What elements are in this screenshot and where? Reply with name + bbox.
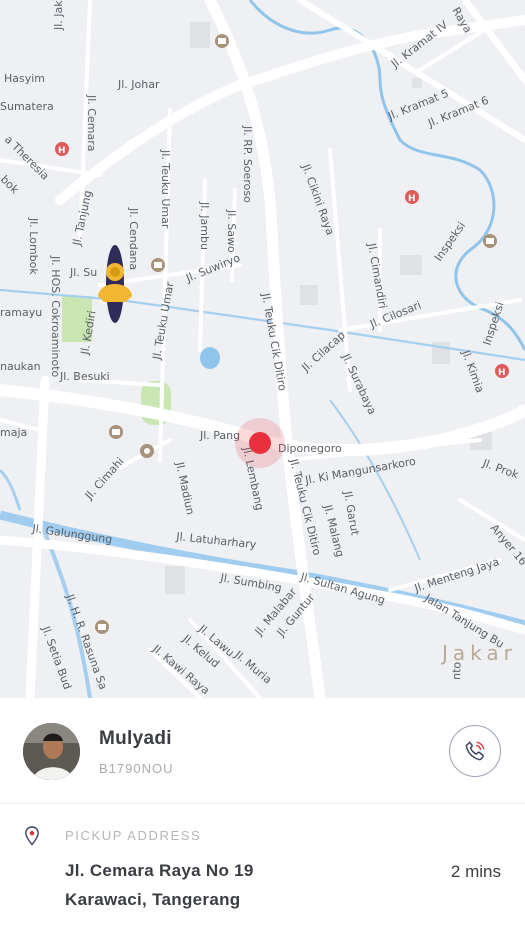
road-label: maja <box>0 426 27 439</box>
hospital-icon[interactable]: H <box>405 190 419 204</box>
road-label: Jl. Teuku Umar <box>150 281 177 362</box>
district-label: Jakar <box>440 641 517 665</box>
svg-text:H: H <box>498 368 506 378</box>
location-pin-icon <box>25 826 39 846</box>
museum-icon[interactable] <box>95 620 109 634</box>
map-canvas: Jl. Jaksa Jl. Kramat IV Raya Hasyim Jl. … <box>0 0 525 698</box>
road-label: Hasyim <box>4 72 45 85</box>
road-label: Jl. Johar <box>117 78 160 91</box>
road-label: Jl. Latuharhary <box>175 530 258 551</box>
road-label: ramayu <box>0 306 42 319</box>
driver-info-row: Mulyadi B1790NOU <box>0 698 525 804</box>
road-label: Jl. HOS. Cokroaminoto <box>49 255 62 378</box>
vehicle-plate: B1790NOU <box>99 761 174 776</box>
museum-icon[interactable] <box>215 34 229 48</box>
road-label: Jl. Setia Bud <box>39 624 74 692</box>
road-label: naukan <box>0 360 41 373</box>
road-label: Jl. Muria <box>231 648 274 687</box>
road-label: Jl. Cimahi <box>82 455 127 503</box>
pickup-address-label: PICKUP ADDRESS <box>65 828 202 843</box>
call-driver-button[interactable] <box>449 725 501 777</box>
museum-icon[interactable] <box>483 234 497 248</box>
road-label: Jl. Besuki <box>59 370 110 383</box>
map-view[interactable]: Jl. Jaksa Jl. Kramat IV Raya Hasyim Jl. … <box>0 0 525 698</box>
driver-name: Mulyadi <box>99 728 172 749</box>
mosque-icon[interactable] <box>140 444 154 458</box>
road-label: Jl. Lombok <box>27 217 40 275</box>
svg-text:H: H <box>58 146 66 156</box>
road-label: Jl. Menteng Jaya <box>412 555 501 595</box>
road-label: Jl. Prok <box>480 456 521 481</box>
hospital-icon[interactable]: H <box>495 364 509 378</box>
pickup-address-line2: Karawaci, Tangerang <box>65 890 241 909</box>
phone-icon <box>465 741 485 761</box>
pond <box>200 347 220 369</box>
driver-avatar <box>23 723 80 780</box>
road-label: Jl. Teuku Umar <box>159 149 172 229</box>
hospital-icon[interactable]: H <box>55 142 69 156</box>
road-label: Sumatera <box>0 100 54 113</box>
road-label: Jl. Garut <box>341 489 362 537</box>
road-label: bok <box>0 173 22 197</box>
road-label: Jl. Cimandiri <box>365 241 389 309</box>
road-label: Jl. Jambu <box>198 201 211 250</box>
road-label: Jl. Jaksa <box>52 0 65 31</box>
road-label: Jl. Cemara <box>85 94 98 151</box>
svg-text:H: H <box>408 194 416 204</box>
road-label: Jl. Teuku Cik Ditiro <box>259 291 289 392</box>
museum-icon[interactable] <box>109 425 123 439</box>
road-label: Jl. Cilacap <box>299 329 348 375</box>
road-label: Jl. Tanjung <box>70 189 95 247</box>
pickup-location-marker[interactable] <box>235 418 285 468</box>
road-label: Jl. Su <box>69 266 97 279</box>
road-label: Jl. Pang <box>199 429 240 442</box>
road-label: Jl. Kimia <box>459 348 487 395</box>
road-label: Jl. Madiun <box>173 460 197 516</box>
trip-info-card: Mulyadi B1790NOU PICKUP ADDRESS Jl. Cema… <box>0 698 525 934</box>
road-label: Diponegoro <box>278 442 342 455</box>
museum-icon[interactable] <box>151 258 165 272</box>
road-label: Jl. RP. Soeroso <box>241 125 254 203</box>
pickup-eta: 2 mins <box>450 862 501 881</box>
road-label: Jl. Malang <box>321 503 347 559</box>
road-label: Jl. Cendana <box>127 207 140 270</box>
pickup-address-line1: Jl. Cemara Raya No 19 <box>65 861 254 880</box>
road-label: Jl. Sawo <box>225 209 238 253</box>
road-label: Jl. Surabaya <box>339 351 379 417</box>
road-label: Jl. Ki Mangunsarkoro <box>303 455 417 487</box>
